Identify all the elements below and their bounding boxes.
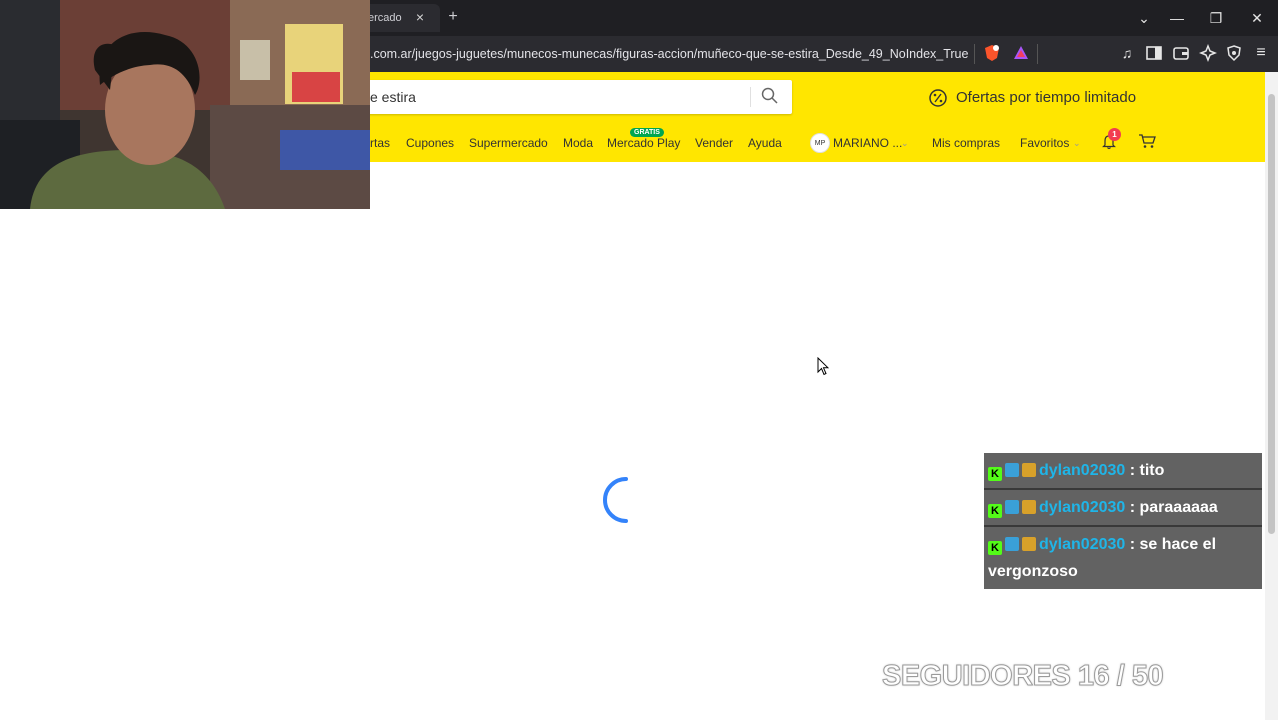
nav-mercado-play[interactable]: Mercado Play	[607, 136, 680, 150]
tab-list-dropdown-icon[interactable]: ⌄	[1134, 8, 1154, 28]
nav-ofertas[interactable]: rtas	[370, 136, 390, 150]
offers-timer-icon	[929, 89, 947, 107]
favoritos-chevron-down-icon[interactable]: ⌄	[1073, 138, 1081, 149]
vip-badge-icon	[1005, 537, 1019, 551]
stream-chat: Kdylan02030 : tito Kdylan02030 : paraaaa…	[984, 453, 1262, 589]
vip-badge-icon	[1005, 500, 1019, 514]
close-window-button[interactable]: ✕	[1247, 8, 1267, 28]
user-avatar[interactable]: MP	[810, 133, 830, 153]
brave-shield-icon[interactable]	[983, 44, 1001, 62]
scrollbar-thumb[interactable]	[1268, 94, 1275, 534]
chat-username[interactable]: dylan02030	[1039, 536, 1125, 553]
chat-text: : paraaaaaa	[1129, 499, 1218, 516]
user-name[interactable]: MARIANO ...	[833, 136, 902, 150]
user-chevron-down-icon[interactable]: ⌄	[901, 138, 909, 149]
followers-goal-counter: SEGUIDORES 16 / 50	[881, 660, 1164, 693]
nav-cupones[interactable]: Cupones	[406, 136, 454, 150]
chat-message: Kdylan02030 : tito	[984, 453, 1262, 490]
tab-close-icon[interactable]: ×	[412, 9, 428, 25]
cart-icon[interactable]	[1138, 133, 1156, 149]
search-icon[interactable]	[760, 86, 780, 106]
brave-rewards-icon[interactable]	[1012, 44, 1030, 62]
notifications-count-badge: 1	[1108, 128, 1121, 141]
offers-link[interactable]: Ofertas por tiempo limitado	[956, 86, 1136, 110]
restore-button[interactable]: ❐	[1206, 8, 1226, 28]
nav-mis-compras[interactable]: Mis compras	[932, 136, 1000, 150]
url-field[interactable]: .com.ar/juegos-juguetes/munecos-munecas/…	[370, 42, 970, 66]
address-divider	[974, 44, 975, 64]
media-music-icon[interactable]: ♫	[1118, 44, 1136, 62]
webcam-overlay	[0, 0, 370, 209]
new-tab-button[interactable]: +	[444, 8, 462, 26]
nav-vender[interactable]: Vender	[695, 136, 733, 150]
sidebar-icon[interactable]	[1145, 44, 1163, 62]
loading-spinner-icon	[603, 477, 628, 523]
webcam-feed-image	[0, 0, 370, 209]
search-divider	[750, 87, 751, 107]
chat-text: : tito	[1129, 462, 1165, 479]
browser-tab[interactable]: ercado	[360, 4, 440, 32]
crown-badge-icon	[1022, 500, 1036, 514]
kick-badge-icon: K	[988, 504, 1002, 518]
vpn-shield-icon[interactable]	[1225, 44, 1243, 62]
tab-label: ercado	[368, 12, 402, 24]
kick-badge-icon: K	[988, 467, 1002, 481]
chat-message: Kdylan02030 : paraaaaaa	[984, 490, 1262, 527]
crown-badge-icon	[1022, 463, 1036, 477]
nav-moda[interactable]: Moda	[563, 136, 593, 150]
crown-badge-icon	[1022, 537, 1036, 551]
nav-favoritos[interactable]: Favoritos	[1020, 136, 1069, 150]
wallet-icon[interactable]	[1172, 44, 1190, 62]
search-box[interactable]: e estira	[360, 80, 792, 114]
leo-ai-icon[interactable]	[1199, 44, 1217, 62]
search-input[interactable]: e estira	[370, 80, 416, 114]
screen: ercado × + ⌄ — ❐ ✕ .com.ar/juegos-juguet…	[0, 0, 1278, 720]
chat-username[interactable]: dylan02030	[1039, 499, 1125, 516]
minimize-button[interactable]: —	[1167, 8, 1187, 28]
page-scrollbar[interactable]	[1265, 72, 1278, 720]
mouse-cursor-icon	[817, 357, 829, 376]
toolbar-divider	[1037, 44, 1038, 64]
vip-badge-icon	[1005, 463, 1019, 477]
menu-icon[interactable]: ≡	[1252, 44, 1270, 62]
chat-username[interactable]: dylan02030	[1039, 462, 1125, 479]
kick-badge-icon: K	[988, 541, 1002, 555]
nav-ayuda[interactable]: Ayuda	[748, 136, 782, 150]
chat-message: Kdylan02030 : se hace el vergonzoso	[984, 527, 1262, 589]
nav-supermercado[interactable]: Supermercado	[469, 136, 548, 150]
